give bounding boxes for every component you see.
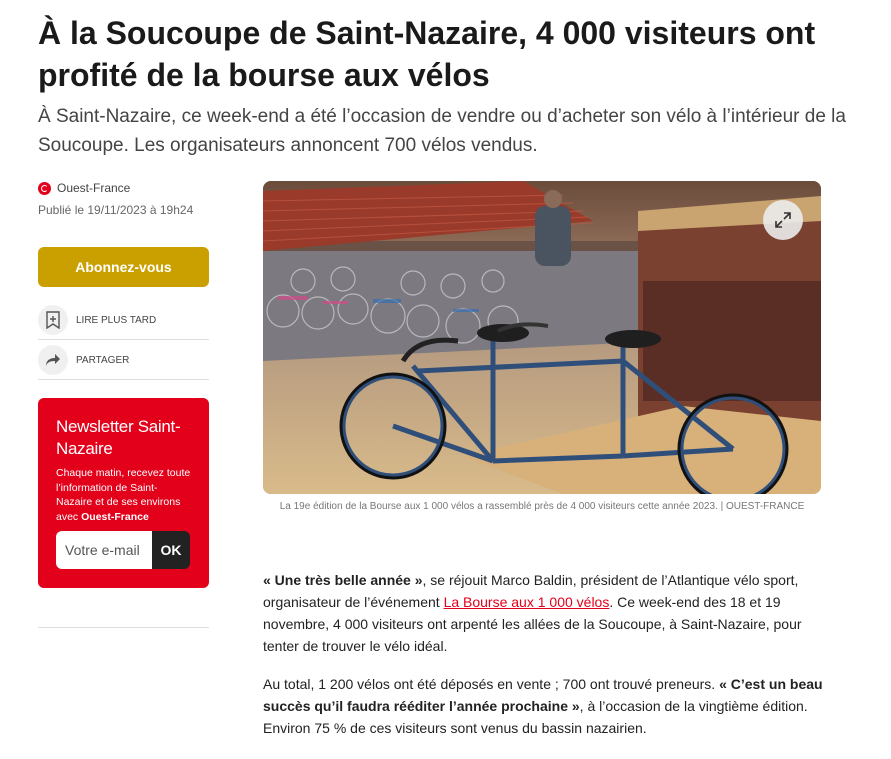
newsletter-submit-button[interactable]: OK [152,531,190,569]
read-later-button[interactable]: LIRE PLUS TARD [38,301,209,340]
share-label: PARTAGER [76,354,130,366]
sidebar-divider [38,627,209,628]
share-arrow-icon [38,345,68,375]
body-paragraph: Au total, 1 200 vélos ont été déposés en… [263,676,823,736]
source-line: Ouest-France [38,181,130,195]
bourse-link[interactable]: La Bourse aux 1 000 vélos [444,594,610,610]
ouest-france-logo-icon [38,181,51,195]
published-date: Publié le 19/11/2023 à 19h24 [38,203,194,217]
article-photo[interactable] [263,181,821,494]
share-button[interactable]: PARTAGER [38,341,209,380]
newsletter-description: Chaque matin, recevez toute l’informatio… [56,467,191,523]
article-title: À la Soucoupe de Saint-Nazaire, 4 000 vi… [38,15,816,93]
read-later-label: LIRE PLUS TARD [76,314,157,326]
subscribe-button[interactable]: Abonnez-vous [38,247,209,287]
body-paragraph: « Une très belle année », se réjouit Mar… [263,572,802,654]
source-name: Ouest-France [57,181,131,195]
newsletter-box: Newsletter Saint-Nazaire Chaque matin, r… [38,398,209,588]
newsletter-form: OK [56,531,190,569]
article-lede: À Saint-Nazaire, ce week-end a été l’occ… [38,106,846,156]
photo-caption: La 19e édition de la Bourse aux 1 000 vé… [279,501,805,512]
expand-icon [775,212,791,228]
newsletter-title: Newsletter Saint-Nazaire [56,417,181,458]
newsletter-email-input[interactable] [56,531,152,569]
bookmark-plus-icon [38,305,68,335]
expand-photo-button[interactable] [763,200,803,240]
